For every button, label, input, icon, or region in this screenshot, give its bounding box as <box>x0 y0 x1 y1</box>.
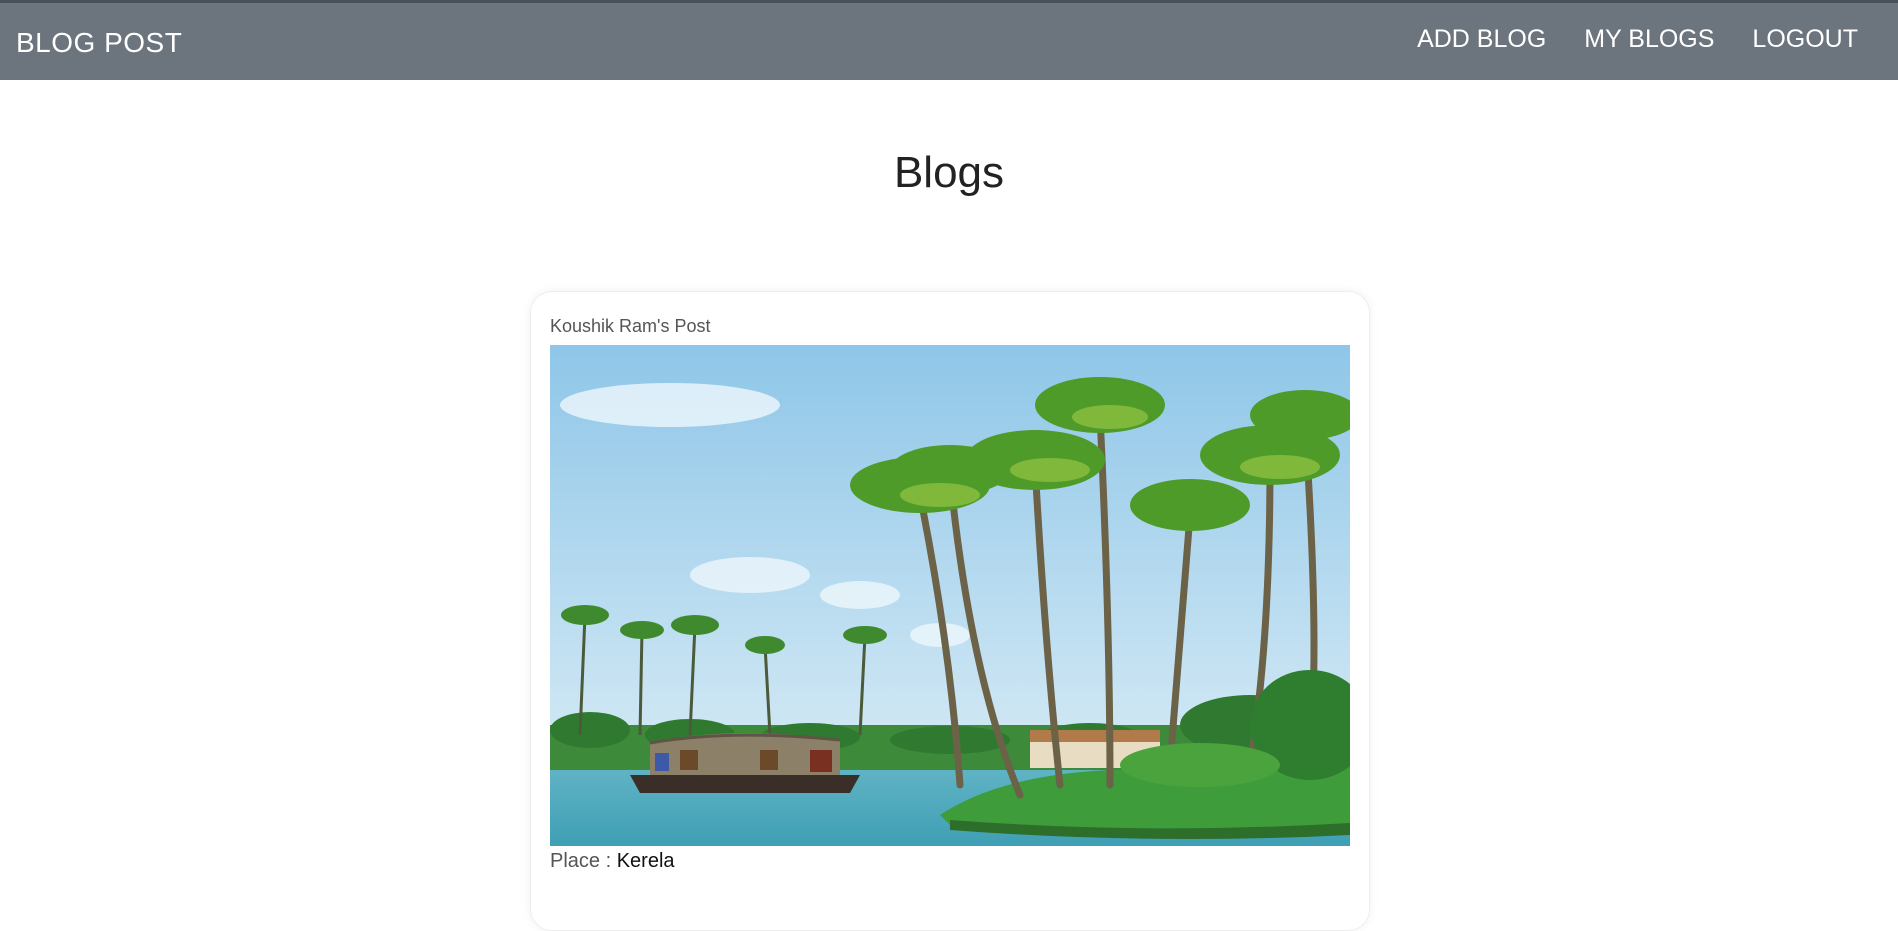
place-value: Kerela <box>616 850 675 872</box>
nav-links: ADD BLOG MY BLOGS LOGOUT <box>1379 25 1858 54</box>
nav-add-blog-link[interactable]: ADD BLOG <box>1417 25 1546 54</box>
post-image <box>550 345 1350 846</box>
place-label: Place : <box>550 850 612 872</box>
post-author: Koushik Ram's Post <box>550 316 711 336</box>
top-navbar: BLOG POST ADD BLOG MY BLOGS LOGOUT <box>0 0 1898 80</box>
nav-logout-link[interactable]: LOGOUT <box>1752 25 1858 54</box>
brand-logo-link[interactable]: BLOG POST <box>16 27 182 59</box>
blog-post-card[interactable]: Koushik Ram's Post Place: Kerela <box>530 291 1370 931</box>
nav-my-blogs-link[interactable]: MY BLOGS <box>1584 25 1714 54</box>
page-title: Blogs <box>893 148 1005 197</box>
post-place: Place : Kerela <box>550 850 675 873</box>
